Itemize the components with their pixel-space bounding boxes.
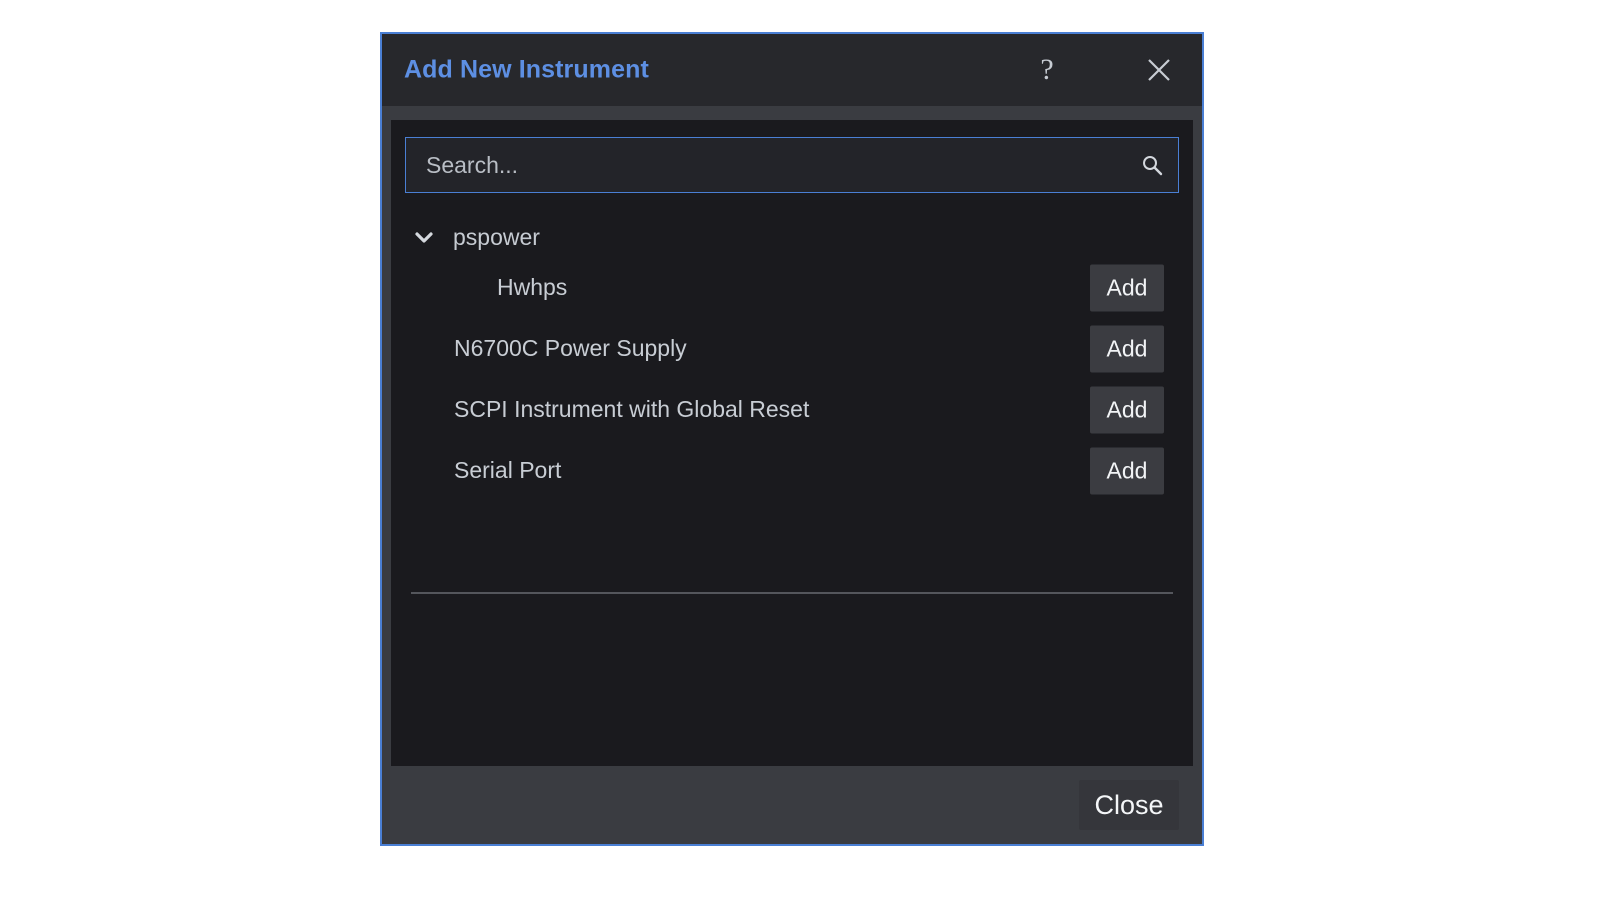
instrument-tree: pspower Hwhps Add N6700C Power Supply Ad… <box>405 217 1179 501</box>
add-new-instrument-dialog: Add New Instrument ? <box>380 32 1204 846</box>
content-panel: pspower Hwhps Add N6700C Power Supply Ad… <box>391 120 1193 766</box>
close-window-button[interactable] <box>1130 34 1188 106</box>
instrument-name: Hwhps <box>405 274 567 301</box>
instrument-name: N6700C Power Supply <box>405 335 687 362</box>
table-row[interactable]: N6700C Power Supply Add <box>405 318 1179 379</box>
tree-group-pspower[interactable]: pspower <box>405 217 1179 257</box>
search-input[interactable] <box>406 138 1178 192</box>
close-button[interactable]: Close <box>1079 780 1179 830</box>
table-row[interactable]: SCPI Instrument with Global Reset Add <box>405 379 1179 440</box>
instrument-name: SCPI Instrument with Global Reset <box>405 396 809 423</box>
close-x-icon <box>1144 55 1174 85</box>
help-button[interactable]: ? <box>1018 34 1076 106</box>
add-instrument-button[interactable]: Add <box>1090 325 1164 372</box>
chevron-down-icon[interactable] <box>413 226 435 248</box>
list-separator <box>411 592 1173 594</box>
titlebar-divider <box>382 106 1202 120</box>
magnifier-icon[interactable] <box>1141 154 1163 176</box>
dialog-footer: Close <box>391 766 1193 844</box>
dialog-title: Add New Instrument <box>404 56 649 85</box>
tree-group-label: pspower <box>453 224 540 251</box>
titlebar-button-group: ? <box>1018 34 1202 106</box>
dialog-titlebar[interactable]: Add New Instrument ? <box>382 34 1202 106</box>
table-row[interactable]: Hwhps Add <box>405 257 1179 318</box>
dialog-body: pspower Hwhps Add N6700C Power Supply Ad… <box>382 120 1202 844</box>
table-row[interactable]: Serial Port Add <box>405 440 1179 501</box>
question-mark-icon: ? <box>1040 55 1053 85</box>
add-instrument-button[interactable]: Add <box>1090 264 1164 311</box>
instrument-name: Serial Port <box>405 457 561 484</box>
search-field[interactable] <box>405 137 1179 193</box>
add-instrument-button[interactable]: Add <box>1090 386 1164 433</box>
screen-root: Add New Instrument ? <box>0 0 1600 900</box>
add-instrument-button[interactable]: Add <box>1090 447 1164 494</box>
